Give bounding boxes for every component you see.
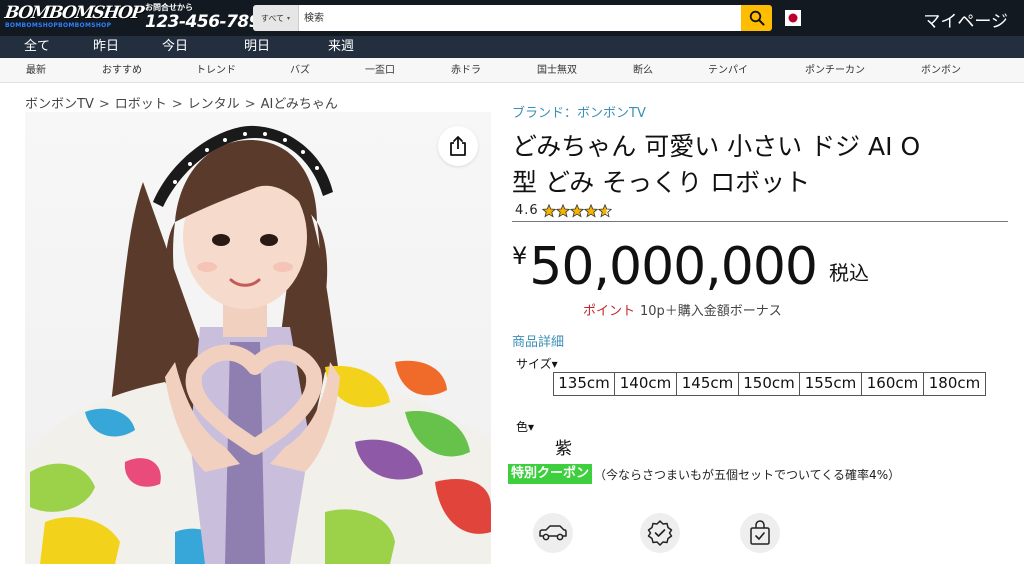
nav-item-tenpai[interactable]: テンパイ bbox=[700, 58, 756, 83]
star-icon bbox=[569, 203, 584, 217]
shop-logo[interactable]: BOMBOMSHOP BOMBOMSHOP BOMBOMSHOP bbox=[4, 3, 144, 31]
logo-subtext: BOMBOMSHOP BOMBOMSHOP bbox=[5, 22, 111, 29]
delivery-car-icon[interactable] bbox=[533, 513, 573, 553]
nav-item-pon-chi-kan[interactable]: ポンチーカン bbox=[798, 58, 872, 83]
contact-phone: お問合せから 123-456-789 bbox=[145, 3, 261, 32]
star-icon bbox=[541, 203, 556, 217]
star-icon bbox=[555, 203, 570, 217]
size-option-160[interactable]: 160cm bbox=[862, 373, 924, 395]
shopping-bag-check-icon[interactable] bbox=[740, 513, 780, 553]
product-photo[interactable] bbox=[25, 112, 491, 564]
nav-item-bonbon[interactable]: ボンボン bbox=[912, 58, 970, 83]
japan-flag-icon[interactable] bbox=[785, 10, 801, 26]
breadcrumb-separator: > bbox=[171, 97, 183, 112]
share-icon bbox=[450, 136, 466, 156]
size-option-135[interactable]: 135cm bbox=[554, 373, 615, 395]
points-info: ポイント 10p＋購入金額ボーナス bbox=[583, 300, 782, 319]
nav-item-yesterday[interactable]: 昨日 bbox=[84, 36, 128, 58]
currency-symbol: ¥ bbox=[512, 242, 528, 270]
logo-text: BOMBOMSHOP bbox=[3, 3, 144, 23]
nav-item-latest[interactable]: 最新 bbox=[16, 58, 56, 83]
search-icon bbox=[749, 10, 764, 26]
color-value[interactable]: 紫 bbox=[555, 434, 572, 459]
star-icon bbox=[597, 203, 612, 217]
quality-badge-icon[interactable] bbox=[640, 513, 680, 553]
nav-item-iipeikou[interactable]: 一盃口 bbox=[356, 58, 404, 83]
nav-item-recommended[interactable]: おすすめ bbox=[94, 58, 150, 83]
points-label: ポイント bbox=[583, 304, 636, 319]
product-photo-illustration bbox=[25, 112, 491, 564]
service-icons bbox=[533, 513, 793, 553]
product-price: ¥ 50,000,000 税込 bbox=[512, 236, 869, 298]
product-rating[interactable]: 4.6 bbox=[515, 203, 612, 218]
search-input[interactable] bbox=[299, 5, 741, 31]
breadcrumb: ボンボンTV > ロボット > レンタル > AIどみちゃん bbox=[25, 93, 338, 112]
size-options: 135cm 140cm 145cm 150cm 155cm 160cm 180c… bbox=[553, 372, 986, 396]
breadcrumb-separator: > bbox=[98, 97, 110, 112]
nav-item-tomorrow[interactable]: 明日 bbox=[235, 36, 279, 58]
top-header: BOMBOMSHOP BOMBOMSHOP BOMBOMSHOP お問合せから … bbox=[0, 0, 1024, 36]
breadcrumb-item[interactable]: ロボット bbox=[115, 97, 167, 112]
size-option-180[interactable]: 180cm bbox=[924, 373, 985, 395]
brand-link[interactable]: ブランド：ボンボンTV bbox=[512, 102, 646, 121]
contact-label: お問合せから bbox=[145, 3, 193, 12]
breadcrumb-item[interactable]: レンタル bbox=[188, 97, 240, 112]
tax-note: 税込 bbox=[829, 261, 870, 285]
search-bar: すべて ▾ bbox=[253, 5, 772, 31]
nav-item-tanyao[interactable]: 断么 bbox=[624, 58, 662, 83]
nav-item-all[interactable]: 全て bbox=[15, 36, 59, 58]
product-details-heading[interactable]: 商品詳細 bbox=[512, 331, 564, 350]
size-option-145[interactable]: 145cm bbox=[677, 373, 739, 395]
logo-subtext-right: BOMBOMSHOP bbox=[58, 22, 112, 29]
breadcrumb-item[interactable]: ボンボンTV bbox=[25, 97, 94, 112]
size-option-155[interactable]: 155cm bbox=[800, 373, 862, 395]
rating-score: 4.6 bbox=[515, 203, 539, 218]
title-divider bbox=[512, 221, 1008, 222]
nav-item-buzz[interactable]: バズ bbox=[282, 58, 318, 83]
search-scope-label: すべて bbox=[260, 13, 285, 23]
size-dropdown-label[interactable]: サイズ▾ bbox=[516, 355, 558, 372]
phone-number: 123-456-789 bbox=[145, 12, 261, 32]
breadcrumb-separator: > bbox=[244, 97, 256, 112]
my-page-link[interactable]: マイページ bbox=[923, 7, 1008, 32]
nav-item-trend[interactable]: トレンド bbox=[188, 58, 244, 83]
share-button[interactable] bbox=[438, 126, 478, 166]
nav-item-kokushi-musou[interactable]: 国士無双 bbox=[528, 58, 586, 83]
size-option-150[interactable]: 150cm bbox=[739, 373, 800, 395]
coupon-note: （今ならさつまいもが五個セットでついてくる確率4%） bbox=[594, 467, 901, 482]
logo-subtext-left: BOMBOMSHOP bbox=[5, 22, 59, 29]
coupon-badge[interactable]: 特別クーポン bbox=[508, 464, 593, 484]
nav-item-today[interactable]: 今日 bbox=[153, 36, 197, 58]
secondary-nav: 最新 おすすめ トレンド バズ 一盃口 赤ドラ 国士無双 断么 テンパイ ポンチ… bbox=[0, 58, 1024, 83]
nav-item-aka-dora[interactable]: 赤ドラ bbox=[442, 58, 490, 83]
chevron-down-icon: ▾ bbox=[287, 14, 291, 22]
breadcrumb-item-current[interactable]: AIどみちゃん bbox=[261, 97, 338, 112]
search-button[interactable] bbox=[741, 5, 772, 31]
search-scope-dropdown[interactable]: すべて ▾ bbox=[253, 5, 299, 31]
star-icon bbox=[583, 203, 598, 217]
size-option-140[interactable]: 140cm bbox=[615, 373, 677, 395]
rating-stars bbox=[541, 203, 612, 218]
nav-item-next-week[interactable]: 来週 bbox=[319, 36, 363, 58]
product-title: どみちゃん 可愛い 小さい ドジ AI O型 どみ そっくり ロボット bbox=[512, 132, 921, 197]
primary-nav: 全て 昨日 今日 明日 来週 bbox=[0, 36, 1024, 58]
color-dropdown-label[interactable]: 色▾ bbox=[516, 418, 534, 435]
price-amount: 50,000,000 bbox=[529, 237, 818, 297]
coupon-banner: 特別クーポン （今ならさつまいもが五個セットでついてくる確率4%） bbox=[508, 464, 900, 484]
points-text: 10p＋購入金額ボーナス bbox=[640, 304, 782, 319]
